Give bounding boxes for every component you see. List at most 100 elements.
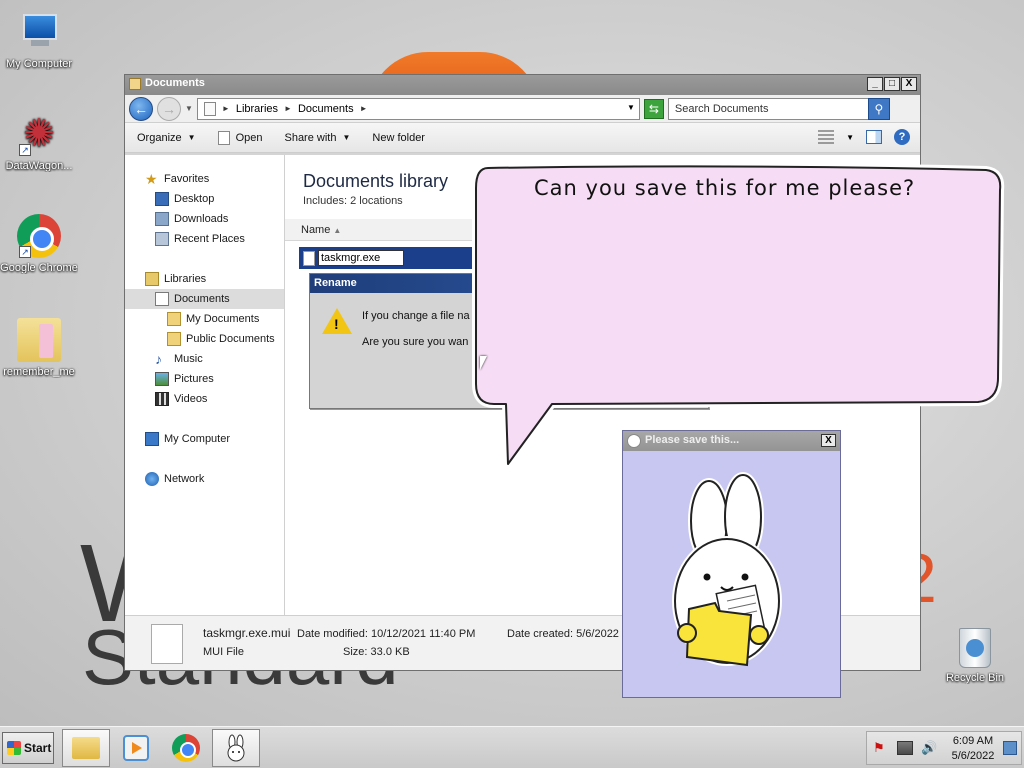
recycle-bin-icon <box>959 628 991 668</box>
new-folder-button[interactable]: New folder <box>372 132 425 144</box>
back-button[interactable]: ← <box>129 96 153 121</box>
shortcut-arrow-icon: ↗ <box>19 144 31 156</box>
preview-pane-icon[interactable] <box>866 130 882 144</box>
taskbar-media-player[interactable] <box>112 729 160 767</box>
please-save-window: Please save this... X <box>622 430 841 698</box>
desktop-icon <box>155 192 169 206</box>
nav-documents[interactable]: Documents <box>125 289 284 309</box>
nav-videos[interactable]: Videos <box>125 389 284 409</box>
nav-pictures[interactable]: Pictures <box>125 369 284 389</box>
file-row-selected[interactable]: taskmgr.exe <box>299 247 475 269</box>
desktop-icon-recycle-bin[interactable]: Recycle Bin <box>936 628 1014 684</box>
file-icon <box>151 624 183 664</box>
warning-exclamation: ! <box>334 316 339 332</box>
network-status-icon[interactable] <box>897 741 913 755</box>
clock-date[interactable]: 5/6/2022 <box>949 750 997 762</box>
system-tray: ⚑ 🔊 6:09 AM 5/6/2022 <box>866 731 1022 765</box>
speech-bubble: Can you save this for me please? <box>470 160 1010 470</box>
libraries-icon <box>145 272 159 286</box>
back-arrow-icon: ← <box>134 100 148 117</box>
desktop-icon-remember-me[interactable]: remember_me <box>0 318 78 378</box>
share-with-label: Share with <box>284 131 337 144</box>
folder-icon <box>17 318 61 362</box>
desktop-icon-google-chrome[interactable]: ↗ Google Chrome <box>0 214 78 274</box>
nav-libraries[interactable]: Libraries <box>125 269 284 289</box>
nav-label: Videos <box>174 393 208 405</box>
nav-label: Pictures <box>174 373 214 385</box>
minimize-button[interactable]: _ <box>867 77 883 91</box>
refresh-icon: ⇆ <box>648 101 659 116</box>
includes-label: Includes: <box>303 195 348 207</box>
nav-label: Desktop <box>174 193 215 205</box>
nav-my-documents[interactable]: My Documents <box>125 309 284 329</box>
open-label: Open <box>235 131 263 144</box>
breadcrumb-documents[interactable]: Documents <box>298 103 354 115</box>
chevron-down-icon[interactable]: ▼ <box>846 133 854 142</box>
nav-music[interactable]: ♪ Music <box>125 349 284 369</box>
nav-downloads[interactable]: Downloads <box>125 209 284 229</box>
show-desktop-icon[interactable] <box>1003 741 1017 755</box>
please-save-titlebar[interactable]: Please save this... X <box>623 431 840 451</box>
open-button[interactable]: Open <box>217 130 263 145</box>
mouse-cursor-icon <box>480 356 487 370</box>
start-label: Start <box>24 741 52 755</box>
search-placeholder: Search Documents <box>674 102 769 115</box>
desktop-icon-label: Recycle Bin <box>945 672 1005 684</box>
window-titlebar[interactable]: Documents _ □ X <box>125 75 920 95</box>
shortcut-arrow-icon: ↗ <box>19 246 31 258</box>
chevron-right-icon[interactable]: ► <box>222 104 230 113</box>
nav-label: My Documents <box>186 313 260 325</box>
library-includes: Includes: 2 locations <box>303 195 403 207</box>
search-input[interactable]: Search Documents ⚲ <box>667 97 890 120</box>
taskbar-bunny-app[interactable] <box>212 729 260 767</box>
nav-label: Favorites <box>164 173 210 185</box>
maximize-button[interactable]: □ <box>884 77 900 91</box>
nav-recent-places[interactable]: Recent Places <box>125 229 284 249</box>
taskbar-chrome[interactable] <box>162 729 210 767</box>
refresh-button[interactable]: ⇆ <box>643 98 664 119</box>
action-center-flag-icon[interactable]: ⚑ <box>873 741 889 755</box>
media-player-icon <box>123 735 149 761</box>
breadcrumb-libraries[interactable]: Libraries <box>236 103 278 115</box>
chevron-right-icon[interactable]: ► <box>360 104 368 113</box>
please-save-title: Please save this... <box>645 434 740 446</box>
taskbar-explorer[interactable] <box>62 729 110 767</box>
view-options-icon[interactable] <box>818 130 835 144</box>
locations-link[interactable]: 2 locations <box>350 195 403 207</box>
details-file-type: MUI File <box>203 646 244 658</box>
recent-pages-dropdown[interactable]: ▼ <box>185 104 193 113</box>
modified-value: 10/12/2021 11:40 PM <box>371 628 476 640</box>
search-icon[interactable]: ⚲ <box>867 97 890 120</box>
nav-label: Documents <box>174 293 230 305</box>
nav-my-computer[interactable]: My Computer <box>125 429 284 449</box>
forward-button[interactable]: → <box>157 96 181 121</box>
close-button[interactable]: X <box>821 434 836 447</box>
address-dropdown-icon[interactable]: ▼ <box>627 103 635 112</box>
nav-public-documents[interactable]: Public Documents <box>125 329 284 349</box>
share-with-button[interactable]: Share with ▼ <box>284 132 350 144</box>
music-icon: ♪ <box>155 351 162 367</box>
network-icon <box>145 472 159 486</box>
nav-desktop[interactable]: Desktop <box>125 189 284 209</box>
forward-arrow-icon: → <box>162 100 176 117</box>
sort-ascending-icon: ▲ <box>333 226 342 235</box>
volume-icon[interactable]: 🔊 <box>921 741 937 755</box>
nav-network[interactable]: Network <box>125 469 284 489</box>
desktop-icon-datawagon[interactable]: ✺ ↗ DataWagon... <box>0 112 78 172</box>
details-modified: Date modified: 10/12/2021 11:40 PM <box>297 628 475 640</box>
clock-time[interactable]: 6:09 AM <box>949 735 997 747</box>
size-value: 33.0 KB <box>370 646 410 658</box>
bunny-holding-folder-image <box>672 472 782 667</box>
nav-label: Recent Places <box>174 233 245 245</box>
nav-favorites[interactable]: ★ Favorites <box>125 169 284 189</box>
close-button[interactable]: X <box>901 77 917 91</box>
desktop-icon-my-computer[interactable]: My Computer <box>0 10 78 70</box>
rename-input[interactable]: taskmgr.exe <box>318 250 404 266</box>
organize-button[interactable]: Organize ▼ <box>137 132 196 144</box>
help-icon[interactable]: ? <box>894 129 910 145</box>
address-bar[interactable]: ► Libraries ► Documents ► ▼ <box>196 97 640 120</box>
folder-icon <box>167 332 181 346</box>
speech-bubble-shape <box>472 162 1005 468</box>
chevron-right-icon[interactable]: ► <box>284 104 292 113</box>
start-button[interactable]: Start <box>2 732 54 764</box>
